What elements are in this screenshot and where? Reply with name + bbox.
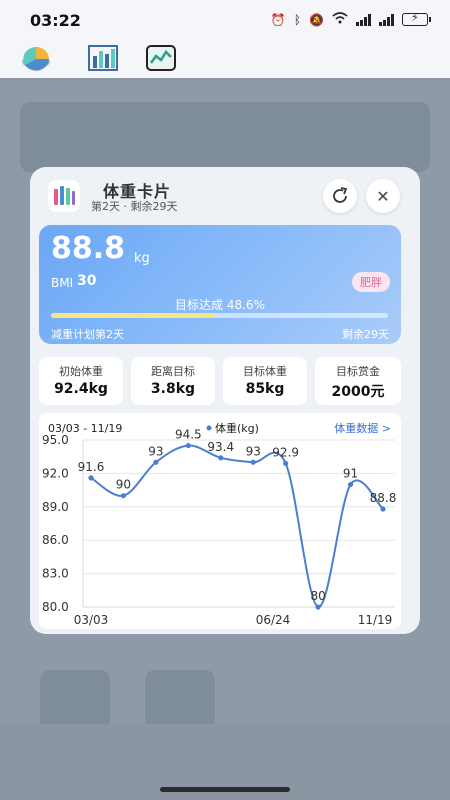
data-point <box>153 459 159 465</box>
bar-chart-icon[interactable] <box>87 44 119 72</box>
refresh-icon <box>333 187 348 203</box>
data-label: 90 <box>116 478 131 492</box>
mute-icon: 🔕 <box>309 12 324 27</box>
alarm-icon: ⏰ <box>270 12 286 27</box>
data-label: 88.8 <box>370 491 397 505</box>
data-label: 91 <box>343 467 358 481</box>
top-toolbar <box>0 40 450 78</box>
card-subtitle: 第2天 · 剩余29天 <box>91 200 178 213</box>
weight-summary-panel: 88.8 kg BMI 30 肥胖 目标达成 48.6% 减重计划第2天 剩余2… <box>39 225 401 344</box>
weight-data-link[interactable]: 体重数据 > <box>334 421 391 435</box>
stat-distance-to-goal: 距离目标 3.8kg <box>131 357 215 405</box>
current-weight: 88.8 <box>51 231 126 266</box>
x-tick-label: 03/03 <box>74 613 109 627</box>
x-tick-label: 06/24 <box>256 613 291 627</box>
weight-line-chart: 03/03 - 11/19 体重(kg) 体重数据 > 95.092.089.0… <box>42 421 397 627</box>
weight-card: 体重卡片 第2天 · 剩余29天 ✕ 88.8 kg BMI 30 肥胖 目标达… <box>30 167 420 634</box>
data-label: 93 <box>148 444 163 458</box>
stat-label: 目标体重 <box>243 365 287 378</box>
bmi-label: BMI <box>51 276 74 290</box>
stat-value: 2000元 <box>331 384 385 400</box>
stat-value: 85kg <box>245 381 285 397</box>
legend-label: 体重(kg) <box>215 421 259 435</box>
close-icon: ✕ <box>376 186 390 206</box>
plan-remaining: 剩余29天 <box>342 328 389 341</box>
progress-bar <box>51 313 388 318</box>
data-label: 80 <box>310 589 325 603</box>
bluetooth-icon: ᛒ <box>293 12 302 27</box>
x-tick-label: 11/19 <box>358 613 393 627</box>
refresh-button[interactable] <box>323 179 357 213</box>
home-indicator[interactable] <box>160 787 290 792</box>
data-point <box>347 481 354 488</box>
status-bar: 03:22 ⏰ ᛒ 🔕 ⚡ <box>0 0 450 40</box>
bmi-status-badge: 肥胖 <box>352 272 390 292</box>
data-label: 93 <box>246 444 261 458</box>
line-chart-icon[interactable] <box>145 44 177 72</box>
background-tile <box>145 670 215 730</box>
weight-series-line <box>90 444 384 609</box>
status-icons: ⏰ ᛒ 🔕 ⚡ <box>270 11 431 27</box>
status-time: 03:22 <box>30 11 81 30</box>
plan-day: 减重计划第2天 <box>51 328 124 341</box>
weight-chart: 03/03 - 11/19 体重(kg) 体重数据 > 95.0 92.0 89.0… <box>39 413 401 629</box>
data-point <box>185 442 191 449</box>
background-tile <box>40 670 110 730</box>
background-summary <box>20 102 430 172</box>
card-header: 体重卡片 第2天 · 剩余29天 ✕ <box>30 167 420 223</box>
progress-label: 目标达成 48.6% <box>175 298 265 312</box>
data-point <box>315 604 321 610</box>
wifi-icon <box>332 12 348 27</box>
legend-marker <box>206 425 212 431</box>
stat-value: 92.4kg <box>54 381 108 397</box>
pie-chart-icon[interactable] <box>20 44 52 72</box>
y-tick-label: 83.0 <box>42 567 69 581</box>
data-point <box>88 475 94 481</box>
data-label: 94.5 <box>175 428 202 442</box>
data-label: 92.9 <box>272 445 299 459</box>
stat-label: 距离目标 <box>151 365 195 378</box>
stat-target-weight: 目标体重 85kg <box>223 357 307 405</box>
data-point <box>218 455 224 461</box>
data-point <box>250 459 256 465</box>
stat-value: 3.8kg <box>150 381 196 397</box>
close-button[interactable]: ✕ <box>366 179 400 213</box>
stat-label: 初始体重 <box>59 365 103 378</box>
data-point <box>283 460 289 466</box>
stat-reward: 目标赏金 2000元 <box>315 357 401 405</box>
app-logo-icon <box>48 180 80 212</box>
y-tick-label: 86.0 <box>42 533 69 547</box>
stat-initial-weight: 初始体重 92.4kg <box>39 357 123 405</box>
y-tick-label: 92.0 <box>42 466 69 480</box>
stat-label: 目标赏金 <box>336 365 380 378</box>
data-point <box>380 506 386 512</box>
progress-fill <box>51 313 215 318</box>
y-tick-label: 95.0 <box>42 433 69 447</box>
y-tick-label: 80.0 <box>42 600 69 614</box>
data-label: 93.4 <box>207 440 234 454</box>
weight-unit: kg <box>134 251 150 266</box>
bmi-value: 30 <box>77 273 97 289</box>
y-tick-label: 89.0 <box>42 500 69 514</box>
signal-icon <box>379 13 394 26</box>
data-point <box>120 493 127 499</box>
battery-charging-icon: ⚡ <box>402 11 431 26</box>
data-label: 91.6 <box>78 460 105 474</box>
signal-icon <box>356 13 371 26</box>
